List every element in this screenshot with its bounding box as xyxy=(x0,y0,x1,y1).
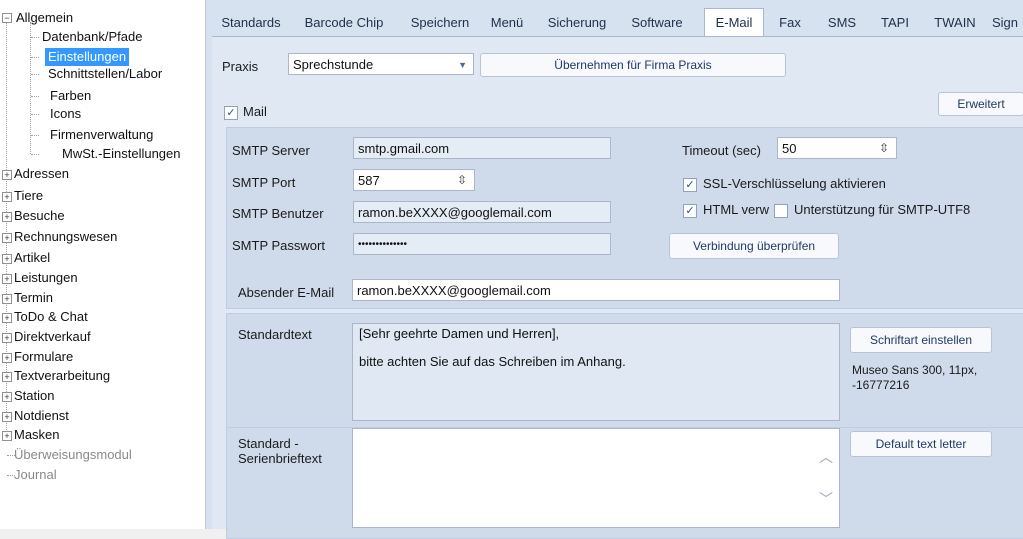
tree-item-besuche[interactable]: Besuche xyxy=(14,207,65,225)
ssl-label: SSL-Verschlüsselung aktivieren xyxy=(703,176,886,191)
serial-text-label-2: Serienbrieftext xyxy=(238,451,322,466)
sender-email-field[interactable]: ramon.beXXXX@googlemail.com xyxy=(352,279,840,301)
tree-item-journal[interactable]: Journal xyxy=(14,466,57,484)
navigation-tree: − Allgemein Datenbank/Pfade Einstellunge… xyxy=(0,0,206,529)
check-connection-button[interactable]: Verbindung überprüfen xyxy=(669,233,839,259)
set-font-button[interactable]: Schriftart einstellen xyxy=(850,327,992,353)
spinner-icon[interactable]: ⇳ xyxy=(876,138,892,158)
email-settings: Praxis Sprechstunde ▼ Übernehmen für Fir… xyxy=(212,36,1023,539)
tab-email[interactable]: E-Mail xyxy=(704,8,764,38)
expand-icon[interactable]: + xyxy=(2,192,12,202)
tree-item-tiere[interactable]: Tiere xyxy=(14,187,43,205)
tab-twain[interactable]: TWAIN xyxy=(928,12,982,36)
timeout-label: Timeout (sec) xyxy=(682,143,761,158)
expand-icon[interactable]: + xyxy=(2,212,12,222)
tab-software[interactable]: Software xyxy=(622,12,692,36)
standard-text-area[interactable]: [Sehr geehrte Damen und Herren], bitte a… xyxy=(352,323,840,421)
tree-item-station[interactable]: Station xyxy=(14,387,54,405)
utf8-label: Unterstützung für SMTP-UTF8 xyxy=(794,202,971,217)
tab-speichern[interactable]: Speichern xyxy=(402,12,478,36)
collapse-icon[interactable]: − xyxy=(2,13,12,23)
smtp-password-label: SMTP Passwort xyxy=(232,238,325,253)
smtp-server-label: SMTP Server xyxy=(232,143,310,158)
expand-icon[interactable]: + xyxy=(2,254,12,264)
html-label: HTML verw xyxy=(703,202,769,217)
ssl-checkbox[interactable]: ✓ xyxy=(683,178,697,192)
spinner-icon[interactable]: ⇳ xyxy=(454,170,470,190)
expand-icon[interactable]: + xyxy=(2,294,12,304)
tree-item-leistungen[interactable]: Leistungen xyxy=(14,269,78,287)
tab-standards[interactable]: Standards xyxy=(216,12,286,36)
advanced-button[interactable]: Erweitert xyxy=(938,92,1023,116)
chevron-down-icon: ▼ xyxy=(458,60,467,70)
default-text-letter-button[interactable]: Default text letter xyxy=(850,431,992,457)
tree-item-icons[interactable]: Icons xyxy=(50,105,81,123)
praxis-label: Praxis xyxy=(222,59,259,74)
expand-icon[interactable]: + xyxy=(2,412,12,422)
expand-icon[interactable]: + xyxy=(2,313,12,323)
serial-text-label-1: Standard - xyxy=(238,436,299,451)
tree-item-termin[interactable]: Termin xyxy=(14,289,53,307)
tree-item-farben[interactable]: Farben xyxy=(50,87,91,105)
tree-item-mwst-einstellungen[interactable]: MwSt.-Einstellungen xyxy=(62,145,181,163)
tree-item-todo-chat[interactable]: ToDo & Chat xyxy=(14,308,88,326)
font-info-text: Museo Sans 300, 11px, -16777216 xyxy=(852,363,978,392)
expand-icon[interactable]: + xyxy=(2,431,12,441)
expand-icon[interactable]: + xyxy=(2,353,12,363)
tab-sicherung[interactable]: Sicherung xyxy=(538,12,616,36)
tree-item-schnittstellen-labor[interactable]: Schnittstellen/Labor xyxy=(48,65,162,83)
standard-text-line-1: [Sehr geehrte Damen und Herren], xyxy=(359,326,560,341)
tree-item-rechnungswesen[interactable]: Rechnungswesen xyxy=(14,228,117,246)
smtp-user-label: SMTP Benutzer xyxy=(232,206,324,221)
tree-item-firmenverwaltung[interactable]: Firmenverwaltung xyxy=(50,126,153,144)
tree-item-direktverkauf[interactable]: Direktverkauf xyxy=(14,328,91,346)
expand-icon[interactable]: + xyxy=(2,392,12,402)
tab-bar: Standards Barcode Chip Speichern Menü Si… xyxy=(212,8,1023,38)
tree-item-masken[interactable]: Masken xyxy=(14,426,60,444)
tree-item-textverarbeitung[interactable]: Textverarbeitung xyxy=(14,367,110,385)
smtp-user-field[interactable]: ramon.beXXXX@googlemail.com xyxy=(353,201,611,223)
chevron-down-icon[interactable]: ﹀ xyxy=(819,489,833,509)
mail-checkbox[interactable]: ✓ xyxy=(224,106,238,120)
mail-label: Mail xyxy=(243,104,267,119)
expand-icon[interactable]: + xyxy=(2,372,12,382)
smtp-port-field[interactable]: 587 ⇳ xyxy=(353,169,475,191)
tree-item-adressen[interactable]: Adressen xyxy=(14,165,69,183)
tree-item-notdienst[interactable]: Notdienst xyxy=(14,407,69,425)
tab-sign[interactable]: Sign xyxy=(992,12,1023,36)
standard-text-label: Standardtext xyxy=(238,327,312,342)
tab-sms[interactable]: SMS xyxy=(822,12,862,36)
chevron-up-icon[interactable]: ︿ xyxy=(819,447,833,467)
smtp-password-field[interactable]: •••••••••••••• xyxy=(353,233,611,255)
smtp-server-field[interactable]: smtp.gmail.com xyxy=(353,137,611,159)
settings-pane: Standards Barcode Chip Speichern Menü Si… xyxy=(206,0,1023,539)
standard-text-line-2: bitte achten Sie auf das Schreiben im An… xyxy=(359,354,626,369)
tree-item-datenbank-pfade[interactable]: Datenbank/Pfade xyxy=(42,28,142,46)
tree-item-allgemein[interactable]: Allgemein xyxy=(16,9,73,27)
tab-fax[interactable]: Fax xyxy=(772,12,808,36)
tree-item-ueberweisungsmodul[interactable]: Überweisungsmodul xyxy=(14,446,132,464)
expand-icon[interactable]: + xyxy=(2,274,12,284)
expand-icon[interactable]: + xyxy=(2,170,12,180)
sender-email-label: Absender E-Mail xyxy=(238,285,335,300)
smtp-port-label: SMTP Port xyxy=(232,175,296,190)
apply-for-firma-button[interactable]: Übernehmen für Firma Praxis xyxy=(480,53,786,77)
praxis-select[interactable]: Sprechstunde ▼ xyxy=(288,53,474,75)
tab-menue[interactable]: Menü xyxy=(484,12,530,36)
tab-barcode-chip[interactable]: Barcode Chip xyxy=(292,12,396,36)
html-checkbox[interactable]: ✓ xyxy=(683,204,697,218)
timeout-value: 50 xyxy=(782,141,797,156)
timeout-field[interactable]: 50 ⇳ xyxy=(777,137,897,159)
praxis-value: Sprechstunde xyxy=(293,57,374,72)
serial-text-area[interactable]: ︿ ﹀ xyxy=(352,428,840,528)
tab-tapi[interactable]: TAPI xyxy=(876,12,914,36)
tree-item-artikel[interactable]: Artikel xyxy=(14,249,50,267)
tree-item-formulare[interactable]: Formulare xyxy=(14,348,73,366)
tree-item-einstellungen[interactable]: Einstellungen xyxy=(45,48,130,66)
utf8-checkbox[interactable] xyxy=(774,204,788,218)
smtp-port-value: 587 xyxy=(358,173,380,188)
expand-icon[interactable]: + xyxy=(2,333,12,343)
expand-icon[interactable]: + xyxy=(2,233,12,243)
